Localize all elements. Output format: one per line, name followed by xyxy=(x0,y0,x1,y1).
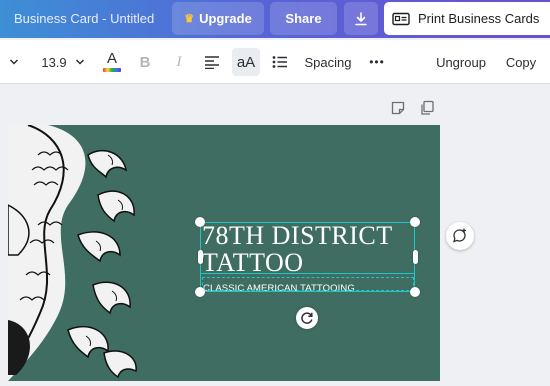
title-line-2: TATTOO xyxy=(202,248,304,277)
resize-handle-bottom-left[interactable] xyxy=(195,287,205,297)
text-toolbar: 13.9 A B I aA Spacing ••• Ungroup Copy xyxy=(0,40,550,84)
note-icon xyxy=(391,101,405,115)
resize-handle-top-right[interactable] xyxy=(410,217,420,227)
ungroup-button[interactable]: Ungroup xyxy=(428,40,494,84)
chevron-down-icon xyxy=(9,59,19,65)
resize-handle-left[interactable] xyxy=(198,250,203,264)
business-card-icon xyxy=(392,12,410,25)
bullet-list-icon xyxy=(272,56,287,68)
font-size-dropdown[interactable]: 13.9 xyxy=(36,40,90,84)
add-comment-button[interactable] xyxy=(446,222,474,250)
rotate-handle[interactable] xyxy=(296,307,318,329)
list-button[interactable] xyxy=(270,40,290,84)
align-button[interactable] xyxy=(200,40,224,84)
letter-case-button[interactable]: aA xyxy=(232,48,260,76)
rotate-icon xyxy=(301,312,313,324)
bold-button[interactable]: B xyxy=(134,40,156,84)
download-button[interactable] xyxy=(344,2,378,35)
duplicate-icon xyxy=(421,100,434,115)
copy-button[interactable]: Copy xyxy=(500,40,542,84)
top-bar: Business Card - Untitled ♛ Upgrade Share… xyxy=(0,0,550,38)
spacing-label: Spacing xyxy=(304,54,352,70)
download-icon xyxy=(355,11,367,25)
print-label: Print Business Cards xyxy=(418,11,540,26)
print-business-cards-button[interactable]: Print Business Cards xyxy=(384,2,550,35)
letter-case-label: aA xyxy=(236,53,256,71)
upgrade-button[interactable]: ♛ Upgrade xyxy=(172,2,264,35)
italic-button[interactable]: I xyxy=(168,40,190,84)
upgrade-label: Upgrade xyxy=(199,11,252,26)
copy-label: Copy xyxy=(505,54,537,70)
spacing-button[interactable]: Spacing xyxy=(300,40,356,84)
color-swatch xyxy=(103,68,121,72)
text-color-button[interactable]: A xyxy=(100,40,124,84)
koi-fish-wave-illustration xyxy=(8,125,148,381)
text-color-icon: A xyxy=(106,50,117,67)
more-options-button[interactable]: ••• xyxy=(364,40,390,84)
add-comment-icon xyxy=(453,228,466,243)
card-title-text[interactable]: 78TH DISTRICT TATTOO xyxy=(202,222,416,276)
bold-icon: B xyxy=(139,53,151,71)
resize-handle-right[interactable] xyxy=(413,250,418,264)
align-left-icon xyxy=(205,56,219,69)
resize-handle-top-left[interactable] xyxy=(195,217,205,227)
font-dropdown-button[interactable] xyxy=(4,40,24,84)
italic-icon: I xyxy=(176,53,182,70)
resize-handle-bottom-right[interactable] xyxy=(410,287,420,297)
add-note-button[interactable] xyxy=(390,100,406,121)
title-line-1: 78TH DISTRICT xyxy=(202,221,393,250)
crown-icon: ♛ xyxy=(184,13,195,25)
ungroup-label: Ungroup xyxy=(436,54,486,70)
duplicate-page-button[interactable] xyxy=(419,100,435,121)
font-size-value: 13.9 xyxy=(41,54,67,70)
share-label: Share xyxy=(285,11,322,26)
card-subtitle-text[interactable]: CLASSIC AMERICAN TATTOOING xyxy=(203,283,355,294)
share-button[interactable]: Share xyxy=(270,2,337,35)
more-icon: ••• xyxy=(369,55,385,69)
document-title[interactable]: Business Card - Untitled xyxy=(14,11,154,26)
chevron-down-icon xyxy=(75,59,84,65)
